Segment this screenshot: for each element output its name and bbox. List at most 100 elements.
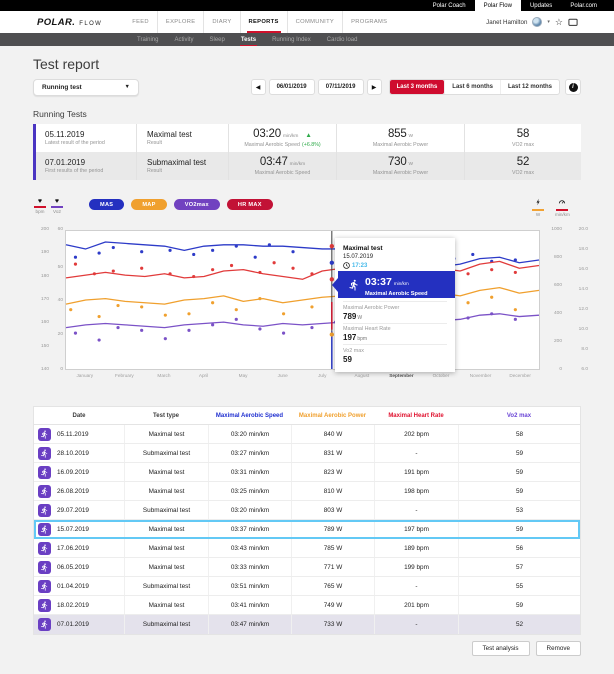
table-row[interactable]: 01.04.2019Submaximal test03:51 min/km765… [34,577,580,596]
start-date-input[interactable]: 06/01/2019 [269,79,315,95]
next-period-button[interactable]: ▶ [367,79,382,95]
data-point-map[interactable] [140,305,143,308]
data-point-vo2max[interactable] [235,318,238,321]
table-row[interactable]: 29.07.2019Submaximal test03:20 min/km803… [34,501,580,520]
col-header-maximal-aerobic-speed[interactable]: Maximal Aerobic Speed [208,407,291,424]
data-point-vo2max[interactable] [490,312,493,315]
data-point-hr-max[interactable] [140,267,143,270]
data-point-mas[interactable] [112,246,115,249]
data-point-vo2max[interactable] [466,316,469,319]
data-point-mas[interactable] [291,250,294,253]
data-point-hr-max[interactable] [466,272,469,275]
nav-item-programs[interactable]: PROGRAMS [342,11,395,33]
nav-item-community[interactable]: COMMUNITY [287,11,342,33]
nav-item-diary[interactable]: DIARY [203,11,239,33]
data-point-map[interactable] [116,304,119,307]
data-point-map[interactable] [69,308,72,311]
data-point-map[interactable] [164,314,167,317]
prev-period-button[interactable]: ◀ [251,79,266,95]
data-point-map[interactable] [98,315,101,318]
topbar-link-polar-com[interactable]: Polar.com [561,0,606,11]
col-header-test-type[interactable]: Test type [124,407,208,424]
data-point-vo2max[interactable] [211,323,214,326]
data-point-mas[interactable] [235,245,238,248]
summary-row-latest[interactable]: 05.11.2019Latest result of the period Ma… [36,124,581,152]
data-point-hr-max[interactable] [273,261,276,264]
data-point-mas[interactable] [254,256,257,259]
data-point-map[interactable] [258,297,261,300]
topbar-link-polar-flow[interactable]: Polar Flow [475,0,521,11]
data-point-mas[interactable] [211,249,214,252]
data-point-hr-max[interactable] [258,271,261,274]
remove-button[interactable]: Remove [536,641,581,656]
range-last-3-months[interactable]: Last 3 months [390,80,445,94]
subnav-item-sleep[interactable]: Sleep [202,33,231,46]
info-button[interactable]: i [565,79,581,95]
legend-pill-mas[interactable]: MAS [89,199,124,210]
range-last-6-months[interactable]: Last 6 months [444,80,500,94]
data-point-vo2max[interactable] [310,326,313,329]
data-point-map[interactable] [490,296,493,299]
table-row[interactable]: 16.09.2019Maximal test03:31 min/km823 W1… [34,463,580,482]
data-point-map[interactable] [310,305,313,308]
chevron-down-icon[interactable]: ▾ [547,19,550,25]
test-analysis-button[interactable]: Test analysis [472,641,530,656]
data-point-hr-max[interactable] [74,263,77,266]
legend-pill-map[interactable]: MAP [131,199,166,210]
data-point-map[interactable] [514,308,517,311]
subnav-item-training[interactable]: Training [130,33,165,46]
data-point-hr-max[interactable] [490,268,493,271]
nav-item-reports[interactable]: REPORTS [240,11,287,33]
legend-pill-hr-max[interactable]: HR MAX [227,199,273,210]
legend-pill-vo2max[interactable]: VO2max [174,199,220,210]
col-header-maximal-heart-rate[interactable]: Maximal Heart Rate [374,407,458,424]
data-point-hr-max[interactable] [192,275,195,278]
favorites-star-icon[interactable]: ☆ [555,18,563,27]
data-point-hr-max[interactable] [310,272,313,275]
data-point-hr-max[interactable] [112,269,115,272]
data-point-map[interactable] [235,308,238,311]
data-point-hr-max[interactable] [168,272,171,275]
nav-item-feed[interactable]: FEED [124,11,157,33]
table-row[interactable]: 06.05.2019Maximal test03:33 min/km771 W1… [34,558,580,577]
table-row[interactable]: 15.07.2019Maximal test03:37 min/km789 W1… [34,520,580,539]
subnav-item-activity[interactable]: Activity [167,33,200,46]
table-row[interactable]: 07.01.2019Submaximal test03:47 min/km733… [34,615,580,634]
user-name[interactable]: Janet Hamilton [486,19,527,26]
data-point-mas[interactable] [74,256,77,259]
data-point-vo2max[interactable] [282,332,285,335]
data-point-vo2max[interactable] [74,332,77,335]
data-point-map[interactable] [187,312,190,315]
range-last-12-months[interactable]: Last 12 months [500,80,559,94]
data-point-hr-max[interactable] [93,272,96,275]
table-row[interactable]: 05.11.2019Maximal test03:20 min/km840 W2… [34,425,580,444]
subnav-item-cardio-load[interactable]: Cardio load [320,33,365,46]
nav-item-explore[interactable]: EXPLORE [157,11,204,33]
data-point-hr-max[interactable] [230,264,233,267]
end-date-input[interactable]: 07/11/2019 [318,79,364,95]
subnav-item-running-index[interactable]: Running Index [265,33,318,46]
data-point-mas[interactable] [268,243,271,246]
data-point-map[interactable] [466,301,469,304]
data-point-mas[interactable] [168,249,171,252]
table-row[interactable]: 28.10.2019Submaximal test03:27 min/km831… [34,444,580,463]
data-point-vo2max[interactable] [140,329,143,332]
table-row[interactable]: 18.02.2019Maximal test03:41 min/km749 W2… [34,596,580,615]
subnav-item-tests[interactable]: Tests [234,33,263,46]
polar-logo[interactable]: POLAR. FLOW [37,17,102,28]
data-point-vo2max[interactable] [258,327,261,330]
data-point-map[interactable] [211,301,214,304]
test-type-dropdown[interactable]: Running test ▼ [33,79,139,96]
data-point-hr-max[interactable] [211,268,214,271]
data-point-vo2max[interactable] [98,338,101,341]
topbar-link-polar-coach[interactable]: Polar Coach [424,0,475,11]
col-header-vo2-max[interactable]: Vo2 max [458,407,580,424]
summary-row-first[interactable]: 07.01.2019First results of the period Su… [36,152,581,180]
data-point-vo2max[interactable] [187,329,190,332]
data-point-hr-max[interactable] [514,271,517,274]
chart-plot[interactable] [65,230,540,370]
table-row[interactable]: 17.06.2019Maximal test03:43 min/km785 W1… [34,539,580,558]
data-point-vo2max[interactable] [116,326,119,329]
col-header-date[interactable]: Date [34,407,124,424]
data-point-map[interactable] [282,312,285,315]
